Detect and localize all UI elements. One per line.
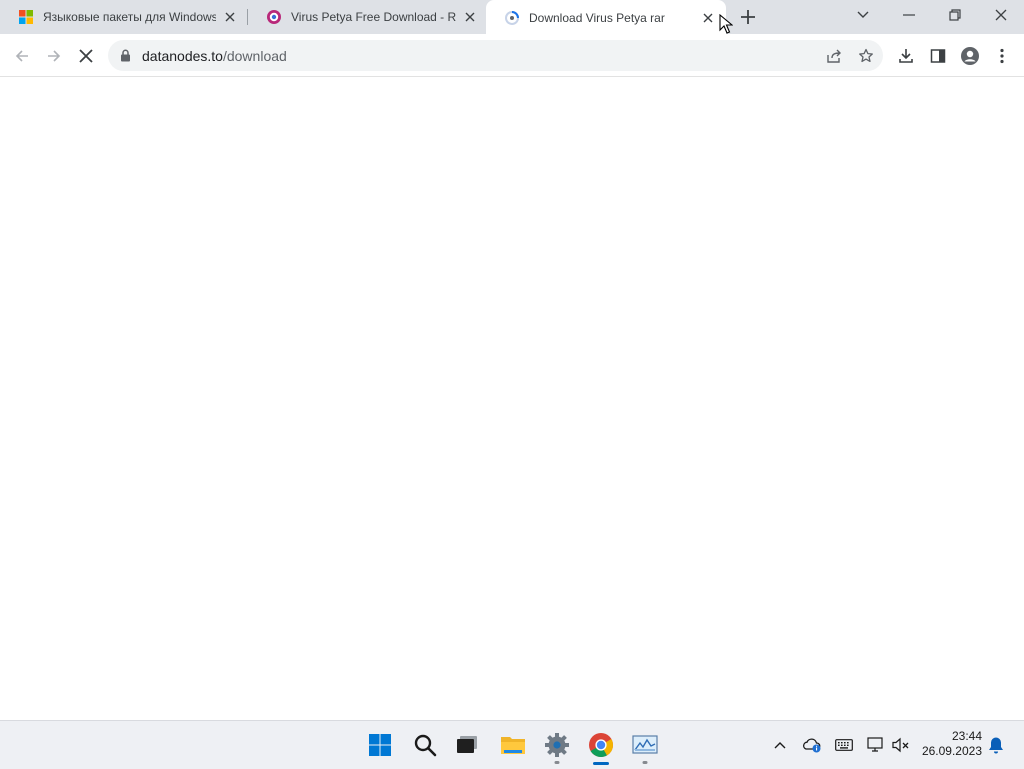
close-window-button[interactable] bbox=[978, 0, 1024, 30]
stop-loading-button[interactable] bbox=[74, 44, 98, 68]
browser-toolbar: datanodes.to/download bbox=[0, 36, 1024, 77]
network-tray-button[interactable] bbox=[866, 735, 886, 755]
address-bar[interactable]: datanodes.to/download bbox=[108, 40, 883, 71]
bell-icon bbox=[989, 737, 1003, 754]
monitor-app-button[interactable] bbox=[631, 731, 659, 764]
tab-strip: Языковые пакеты для Windows Virus Petya … bbox=[0, 0, 1024, 36]
profile-button[interactable] bbox=[958, 44, 982, 68]
close-icon bbox=[79, 49, 93, 63]
settings-button[interactable] bbox=[543, 731, 571, 764]
active-indicator bbox=[593, 762, 609, 765]
side-panel-icon bbox=[930, 49, 946, 63]
chevron-up-icon bbox=[774, 742, 786, 749]
restore-icon bbox=[949, 9, 961, 21]
avatar-icon bbox=[961, 47, 979, 65]
close-tab-icon[interactable] bbox=[222, 9, 238, 25]
tab-search-button[interactable] bbox=[840, 0, 886, 30]
keyboard-tray-button[interactable] bbox=[834, 735, 854, 755]
menu-button[interactable] bbox=[990, 44, 1014, 68]
url-domain: datanodes.to bbox=[142, 48, 223, 64]
new-tab-button[interactable] bbox=[739, 8, 757, 26]
windows-start-icon bbox=[369, 734, 391, 756]
minimize-icon bbox=[903, 14, 915, 16]
restore-button[interactable] bbox=[932, 0, 978, 30]
search-icon bbox=[414, 734, 437, 757]
file-explorer-button[interactable] bbox=[499, 731, 527, 759]
notifications-button[interactable] bbox=[986, 735, 1006, 755]
taskbar-search-button[interactable] bbox=[411, 731, 439, 759]
chrome-taskbar-button[interactable] bbox=[587, 731, 615, 765]
chrome-icon bbox=[589, 733, 613, 758]
settings-icon bbox=[545, 733, 569, 757]
url-text[interactable]: datanodes.to/download bbox=[142, 48, 287, 64]
arrow-left-icon bbox=[15, 50, 28, 62]
share-icon bbox=[827, 49, 841, 63]
close-icon bbox=[995, 9, 1007, 21]
network-icon bbox=[867, 737, 883, 752]
forward-button[interactable] bbox=[42, 44, 66, 68]
downloads-button[interactable] bbox=[894, 44, 918, 68]
monitor-app-icon bbox=[632, 735, 658, 754]
cloud-info-icon bbox=[803, 738, 821, 753]
clock-time: 23:44 bbox=[951, 729, 982, 743]
tab-virus-petya-free-download[interactable]: Virus Petya Free Download - Rep bbox=[248, 0, 488, 34]
mouse-cursor-icon bbox=[719, 14, 733, 34]
file-explorer-icon bbox=[501, 737, 525, 754]
tab-title: Virus Petya Free Download - Rep bbox=[291, 10, 456, 24]
running-indicator bbox=[642, 761, 648, 764]
start-button[interactable] bbox=[366, 731, 394, 759]
minimize-button[interactable] bbox=[886, 0, 932, 30]
url-path: /download bbox=[222, 48, 287, 64]
taskbar: 23:44 26.09.2023 bbox=[0, 720, 1024, 769]
more-vertical-icon bbox=[1000, 48, 1004, 64]
clock-date: 26.09.2023 bbox=[921, 744, 982, 758]
tab-title: Download Virus Petya rar bbox=[529, 11, 665, 25]
loading-favicon-icon bbox=[505, 11, 519, 25]
terminal-icon bbox=[457, 736, 477, 753]
tab-language-packs[interactable]: Языковые пакеты для Windows bbox=[0, 0, 248, 34]
clock[interactable]: 23:44 26.09.2023 bbox=[912, 729, 982, 759]
task-view-button[interactable] bbox=[453, 731, 481, 759]
side-panel-button[interactable] bbox=[926, 44, 950, 68]
tab-download-virus-petya-rar[interactable]: Download Virus Petya rar bbox=[486, 0, 726, 36]
download-icon bbox=[899, 49, 913, 63]
keyboard-icon bbox=[835, 739, 853, 751]
close-tab-icon[interactable] bbox=[700, 10, 716, 26]
chevron-down-icon bbox=[857, 11, 869, 18]
tab-title: Языковые пакеты для Windows bbox=[43, 10, 216, 24]
volume-tray-button[interactable] bbox=[891, 735, 911, 755]
site-favicon-icon bbox=[267, 10, 281, 24]
lock-icon[interactable] bbox=[120, 49, 131, 62]
back-button[interactable] bbox=[10, 44, 34, 68]
volume-muted-icon bbox=[892, 737, 909, 753]
star-icon bbox=[859, 48, 873, 63]
windows-logo-icon bbox=[19, 10, 33, 24]
show-hidden-icons-button[interactable] bbox=[770, 735, 790, 755]
bookmark-button[interactable] bbox=[856, 46, 876, 66]
running-indicator bbox=[554, 761, 560, 764]
page-content bbox=[0, 77, 1024, 720]
arrow-right-icon bbox=[48, 50, 61, 62]
onedrive-tray-button[interactable] bbox=[802, 735, 822, 755]
close-tab-icon[interactable] bbox=[462, 9, 478, 25]
share-button[interactable] bbox=[824, 46, 844, 66]
